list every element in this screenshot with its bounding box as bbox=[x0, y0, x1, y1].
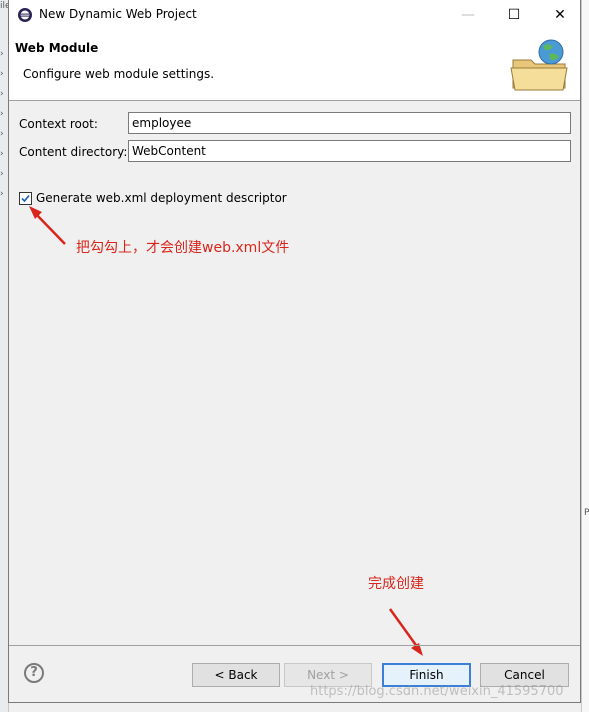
footer-divider bbox=[9, 645, 580, 646]
title-bar[interactable]: New Dynamic Web Project — ☐ ✕ bbox=[9, 0, 580, 30]
background-tree-chevron-icon: › bbox=[0, 49, 4, 59]
background-ide-right-strip: PI bbox=[581, 0, 589, 712]
new-dynamic-web-project-dialog: New Dynamic Web Project — ☐ ✕ Web Module… bbox=[8, 0, 581, 703]
page-description: Configure web module settings. bbox=[23, 67, 215, 81]
back-button[interactable]: < Back bbox=[192, 663, 280, 687]
content-directory-input[interactable] bbox=[128, 140, 571, 162]
background-tree-chevron-icon: › bbox=[0, 69, 4, 79]
checkmark-icon bbox=[21, 194, 30, 203]
help-button[interactable]: ? bbox=[24, 663, 44, 683]
background-tree-chevron-icon: › bbox=[0, 169, 4, 179]
annotation-arrows bbox=[29, 206, 423, 656]
background-tree-chevron-icon: › bbox=[0, 109, 4, 119]
wizard-header: Web Module Configure web module settings… bbox=[9, 30, 580, 101]
background-tree-chevron-icon: › bbox=[0, 129, 4, 139]
web-folder-globe-icon bbox=[510, 39, 568, 91]
background-text: PI bbox=[584, 508, 589, 518]
background-tree-chevron-icon: › bbox=[0, 149, 4, 159]
checkbox-annotation-text: 把勾勾上，才会创建web.xml文件 bbox=[76, 240, 290, 256]
arrow-to-checkbox-icon bbox=[29, 206, 66, 245]
minimize-button[interactable]: — bbox=[445, 0, 491, 30]
background-tree-chevron-icon: › bbox=[0, 89, 4, 99]
eclipse-app-icon bbox=[18, 8, 32, 22]
window-title: New Dynamic Web Project bbox=[39, 7, 197, 21]
content-directory-label: Content directory: bbox=[19, 145, 128, 159]
background-tree-chevron-icon: › bbox=[0, 189, 4, 199]
generate-web-xml-checkbox[interactable] bbox=[19, 192, 32, 205]
context-root-label: Context root: bbox=[19, 117, 98, 131]
arrow-to-finish-icon bbox=[388, 608, 423, 656]
generate-web-xml-label: Generate web.xml deployment descriptor bbox=[36, 191, 287, 205]
watermark: https://blog.csdn.net/weixin_41595700 bbox=[310, 684, 564, 699]
background-text: ile bbox=[0, 1, 11, 11]
context-root-input[interactable] bbox=[128, 112, 571, 134]
page-title: Web Module bbox=[15, 41, 99, 55]
close-button[interactable]: ✕ bbox=[537, 0, 583, 30]
maximize-button[interactable]: ☐ bbox=[491, 0, 537, 30]
finish-annotation-text: 完成创建 bbox=[368, 576, 424, 592]
